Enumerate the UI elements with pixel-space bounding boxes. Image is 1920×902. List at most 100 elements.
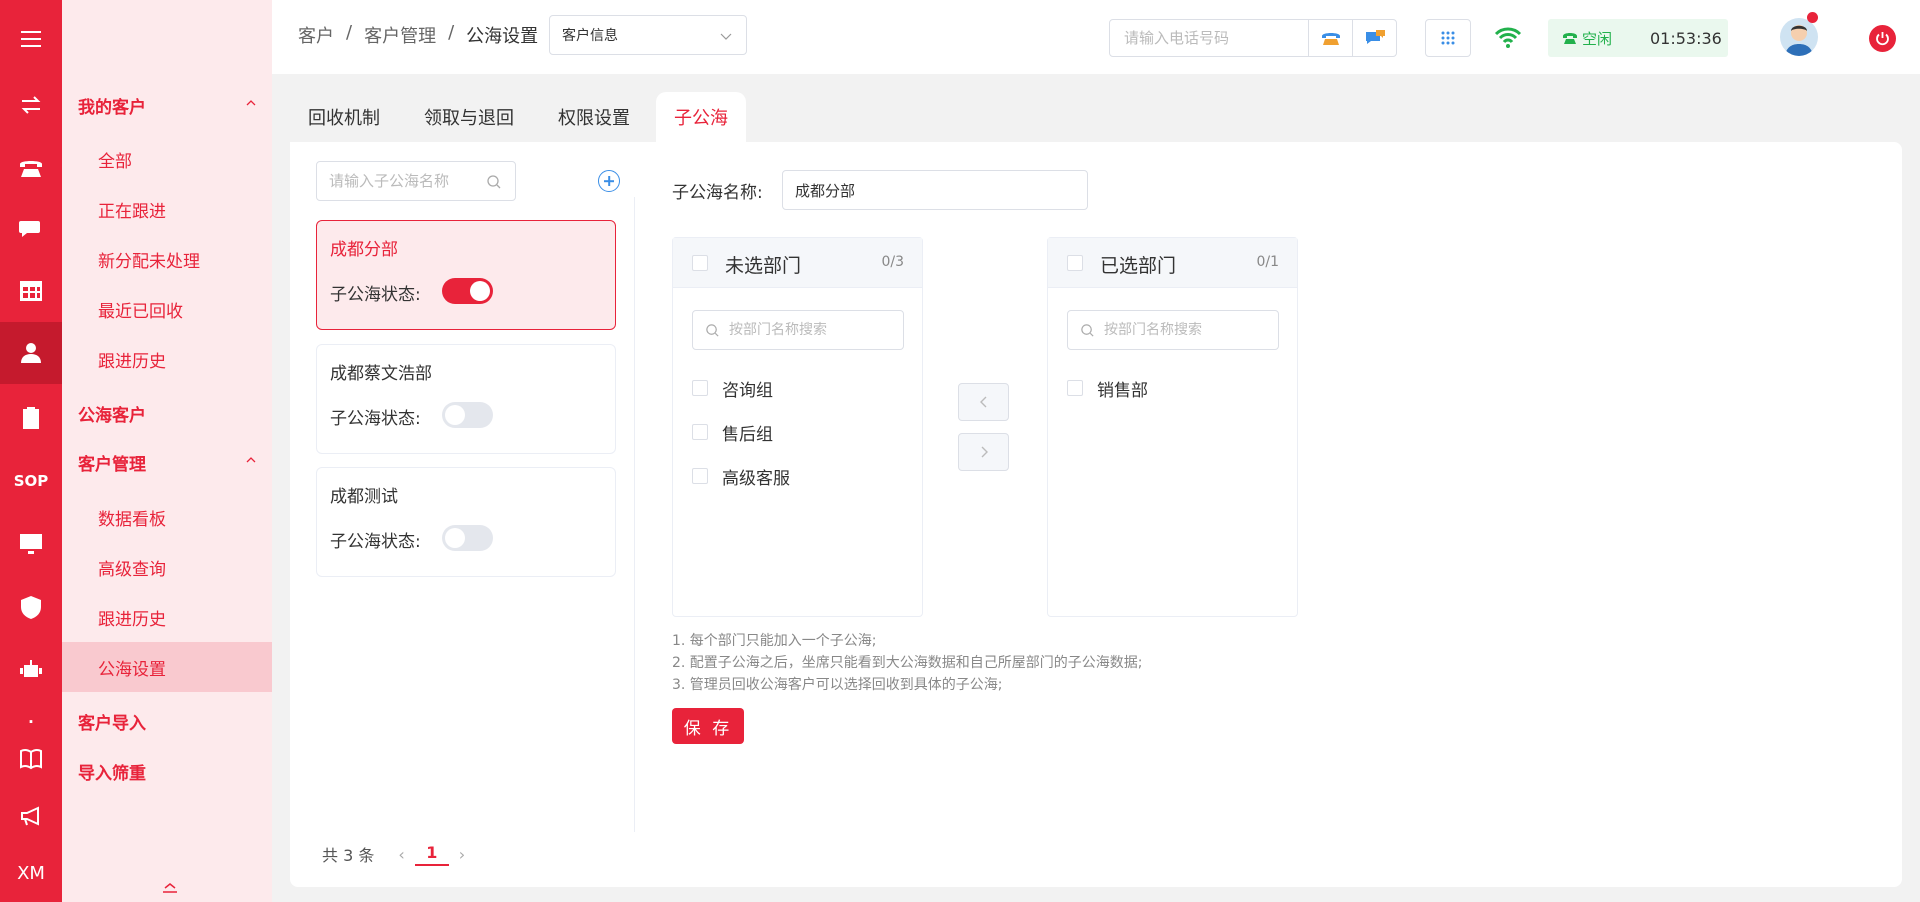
sidebar-item-dashboard[interactable]: 数据看板 (62, 492, 272, 542)
next-page-button[interactable]: › (459, 845, 465, 864)
selected-departments-panel: 已选部门 0/1 销售部 (1047, 237, 1298, 617)
department-checkbox[interactable] (692, 424, 708, 440)
user-icon[interactable] (0, 322, 62, 384)
collapse-icon[interactable] (162, 882, 178, 894)
menu-group-import[interactable]: 客户导入 (78, 706, 256, 736)
move-right-button[interactable] (958, 433, 1009, 471)
dial-button[interactable] (1308, 19, 1353, 57)
phone-input[interactable] (1109, 19, 1309, 57)
breadcrumb-current: 公海设置 (466, 26, 539, 47)
select-all-checkbox[interactable] (692, 255, 708, 271)
department-checkbox[interactable] (692, 380, 708, 396)
sidebar-item-recently-recycled[interactable]: 最近已回收 (62, 284, 272, 334)
book-icon[interactable] (0, 728, 62, 790)
department-checkbox[interactable] (1067, 380, 1083, 396)
help-note: 3. 管理员回收公海客户可以选择回收到具体的子公海; (672, 677, 1003, 693)
xm-icon[interactable]: XM (0, 842, 62, 902)
department-item[interactable]: 高级客服 (692, 464, 790, 489)
sub-sea-name-input[interactable] (782, 170, 1088, 210)
sidebar-item-advanced-query[interactable]: 高级查询 (62, 542, 272, 592)
topbar: 客户 / 客户管理 / 公海设置 客户信息 空闲 01:53:36 (272, 0, 1920, 74)
sub-sea-name: 成都蔡文浩部 (330, 364, 432, 384)
sub-sea-card[interactable]: 成都分部 子公海状态: (316, 220, 616, 330)
message-button[interactable] (1352, 19, 1397, 57)
sidebar-item-new-unprocessed[interactable]: 新分配未处理 (62, 234, 272, 284)
department-search-input[interactable] (692, 310, 904, 350)
megaphone-icon[interactable] (0, 785, 62, 847)
total-count: 共 3 条 (322, 846, 375, 865)
table-icon[interactable] (0, 260, 62, 322)
transfer-header: 已选部门 0/1 (1048, 238, 1297, 288)
tab-claim-return[interactable]: 领取与退回 (406, 92, 532, 142)
department-name: 销售部 (1097, 380, 1148, 401)
chevron-down-icon (720, 33, 732, 40)
menu-group-my-customers[interactable]: 我的客户 (78, 90, 256, 120)
department-checkbox[interactable] (692, 468, 708, 484)
user-avatar-icon (1785, 25, 1813, 56)
sidebar-item-sea-settings[interactable]: 公海设置 (62, 642, 272, 692)
clipboard-icon[interactable] (0, 387, 62, 449)
shield-icon[interactable] (0, 576, 62, 638)
breadcrumb-item[interactable]: 客户 (298, 22, 334, 48)
customer-info-select[interactable]: 客户信息 (549, 15, 747, 55)
sop-icon[interactable]: SOP (0, 450, 62, 512)
move-left-button[interactable] (958, 383, 1009, 421)
chat-icon[interactable] (0, 198, 62, 260)
department-name: 高级客服 (722, 468, 790, 489)
apps-button[interactable] (1425, 19, 1471, 57)
message-icon (1365, 30, 1385, 44)
agent-status[interactable]: 空闲 01:53:36 (1548, 19, 1728, 57)
tab-recycle[interactable]: 回收机制 (290, 92, 398, 142)
logout-button[interactable] (1869, 25, 1896, 52)
sub-sea-name: 成都分部 (330, 240, 398, 260)
sub-sea-name: 成都测试 (330, 487, 398, 507)
menu-group-public-sea[interactable]: 公海客户 (78, 398, 256, 428)
department-item[interactable]: 销售部 (1067, 376, 1148, 401)
tab-permissions[interactable]: 权限设置 (540, 92, 648, 142)
menu-group-dedupe[interactable]: 导入筛重 (78, 756, 256, 786)
menu-group-label: 我的客户 (78, 97, 146, 118)
call-timer: 01:53:36 (1650, 28, 1722, 48)
tab-sub-sea[interactable]: 子公海 (656, 92, 746, 142)
avatar[interactable] (1780, 18, 1818, 56)
toggle-knob (445, 405, 465, 425)
notification-dot (1807, 12, 1818, 23)
search-icon (487, 175, 501, 189)
search-icon (706, 324, 719, 337)
sub-sea-status-toggle[interactable] (442, 278, 493, 304)
department-search-input[interactable] (1067, 310, 1279, 350)
sidebar-item-following[interactable]: 正在跟进 (62, 184, 272, 234)
menu-group-customer-mgmt[interactable]: 客户管理 (78, 447, 256, 477)
swap-icon[interactable] (0, 74, 62, 136)
add-sub-sea-button[interactable] (598, 170, 620, 192)
select-all-checkbox[interactable] (1067, 255, 1083, 271)
save-button[interactable]: 保 存 (672, 708, 744, 744)
sub-sea-status-toggle[interactable] (442, 525, 493, 551)
power-icon (1876, 32, 1889, 46)
chevron-up-icon (246, 457, 256, 463)
monitor-icon[interactable] (0, 513, 62, 575)
prev-page-button[interactable]: ‹ (398, 845, 404, 864)
sub-sea-status-toggle[interactable] (442, 402, 493, 428)
sub-sea-card[interactable]: 成都蔡文浩部 子公海状态: (316, 344, 616, 454)
department-name: 咨询组 (722, 380, 773, 401)
phone-icon (1321, 33, 1340, 45)
chevron-up-icon (246, 100, 256, 106)
transfer-count: 0/1 (1256, 254, 1279, 270)
sidebar-item-all[interactable]: 全部 (62, 134, 272, 184)
sidebar-item-follow-history[interactable]: 跟进历史 (62, 334, 272, 384)
sidebar-item-follow-history[interactable]: 跟进历史 (62, 592, 272, 642)
icon-rail: SOP · XM (0, 0, 62, 902)
sub-sea-card[interactable]: 成都测试 子公海状态: (316, 467, 616, 577)
department-item[interactable]: 售后组 (692, 420, 773, 445)
department-name: 售后组 (722, 424, 773, 445)
department-item[interactable]: 咨询组 (692, 376, 773, 401)
menu-icon[interactable] (0, 8, 62, 70)
select-value: 客户信息 (562, 28, 618, 44)
grid-icon (1441, 31, 1455, 45)
divider (634, 197, 635, 832)
breadcrumb-item[interactable]: 客户管理 (364, 22, 436, 48)
page-number[interactable]: 1 (414, 843, 449, 866)
phone-icon[interactable] (0, 136, 62, 198)
toggle-knob (445, 528, 465, 548)
